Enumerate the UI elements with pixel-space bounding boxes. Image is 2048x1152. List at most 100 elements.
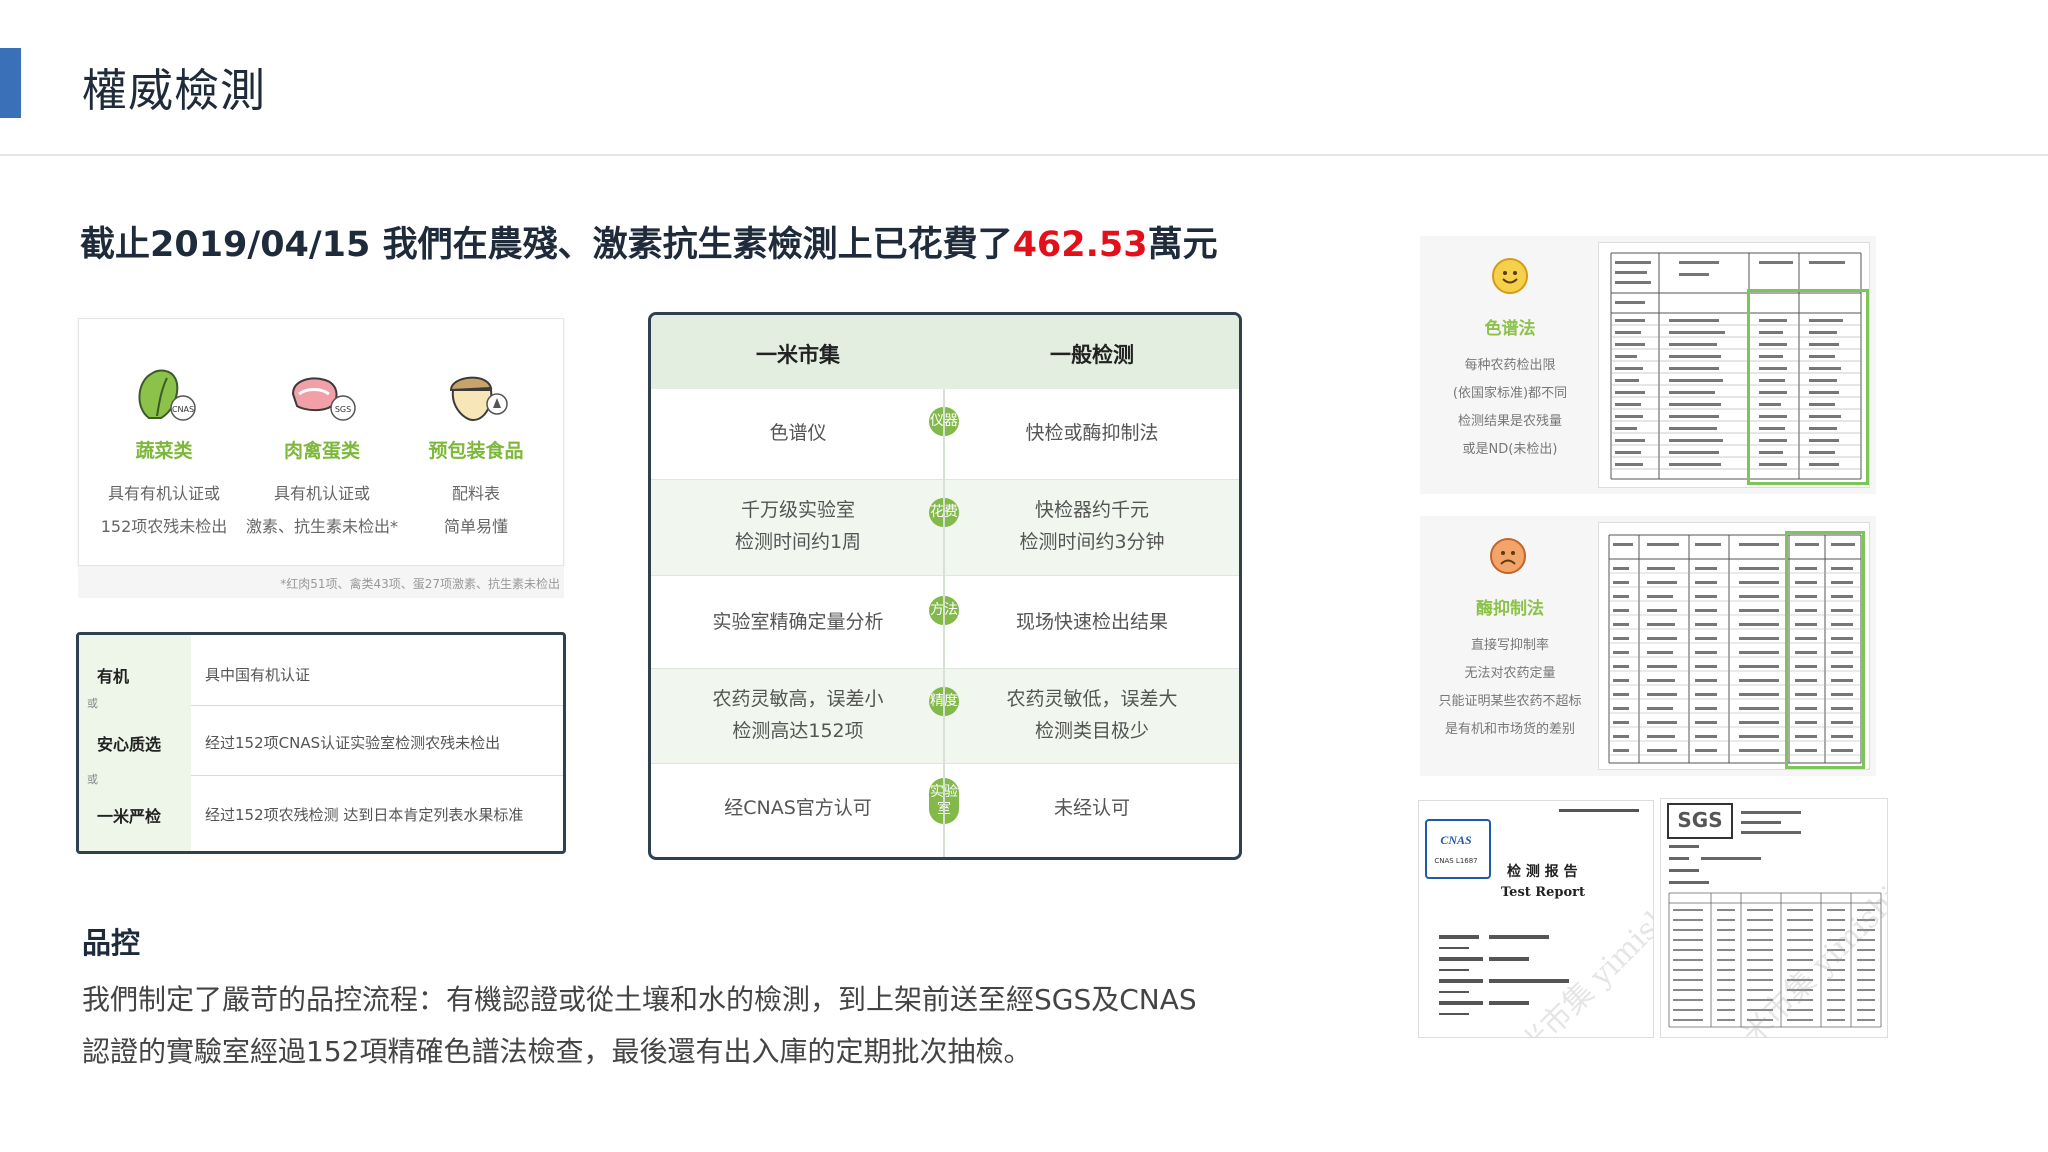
paragraph-line: 我們制定了嚴苛的品控流程：有機認證或從土壤和水的檢測，到上架前送至經SGS及CN… — [82, 983, 1197, 1016]
grade-or: 或 — [87, 773, 98, 786]
comparison-left-cell: 农药灵敏高，误差小 检测高达152项 — [651, 683, 945, 747]
method-desc-line: 是有机和市场货的差别 — [1444, 722, 1575, 737]
cell-line: 检测时间约1周 — [734, 531, 862, 553]
method-desc-line: 检测结果是农残量 — [1457, 414, 1562, 429]
category-desc-line: 配料表 — [451, 484, 500, 503]
method-desc: 直接写抑制率 无法对农药定量 只能证明某些农药不超标 是有机和市场货的差别 — [1420, 632, 1600, 744]
paragraph-line: 認證的實驗室經過152項精確色譜法檢查，最後還有出入庫的定期批次抽檢。 — [82, 1035, 1032, 1068]
report-text-lines — [1439, 809, 1639, 1015]
grade-row-organic: 有机 具中国有机认证 — [79, 653, 563, 693]
comparison-row: 经CNAS官方认可 未经认可 实验室 — [651, 764, 1239, 857]
comparison-table: 一米市集 一般检测 色谱仪 快检或酶抑制法 仪器 千万级实验室检测时间约1周 快… — [648, 312, 1242, 860]
headline-suffix: 萬元 — [1147, 225, 1218, 265]
comparison-row: 千万级实验室检测时间约1周 快检器约千元检测时间约3分钟 花费 — [651, 480, 1239, 575]
comparison-left-cell: 实验室精确定量分析 — [651, 606, 945, 638]
category-packaged: 预包装食品 配料表简单易懂 — [396, 364, 556, 543]
grade-label: 有机 — [97, 667, 130, 686]
meat-icon: SGS — [287, 364, 357, 424]
category-desc-line: 激素、抗生素未检出* — [245, 517, 398, 536]
enzyme-panel: 酶抑制法 直接写抑制率 无法对农药定量 只能证明某些农药不超标 是有机和市场货的… — [1420, 516, 1876, 776]
nut-icon — [441, 364, 511, 424]
grade-desc: 具中国有机认证 — [205, 666, 311, 684]
cell-line: 现场快速检出结果 — [1015, 611, 1168, 633]
comparison-right-cell: 快检器约千元 检测时间约3分钟 — [945, 494, 1239, 558]
chromatography-panel: 色谱法 每种农药检出限 (依国家标准)都不同 检测结果是农残量 或是ND(未检出… — [1420, 236, 1876, 494]
accent-bar — [0, 48, 21, 118]
sgs-report-image: SGS 米市集 yimishiji.com — [1660, 798, 1888, 1038]
comparison-header: 一米市集 一般检测 — [651, 315, 1239, 389]
comparison-left-cell: 千万级实验室 检测时间约1周 — [651, 494, 945, 558]
sad-face-icon — [1490, 538, 1526, 574]
comparison-col-left: 一米市集 — [756, 343, 840, 367]
vegetable-icon: CNAS — [129, 364, 199, 424]
method-desc-line: 无法对农药定量 — [1464, 666, 1556, 681]
comparison-row: 实验室精确定量分析 现场快速检出结果 方法 — [651, 576, 1239, 668]
grade-divider — [191, 705, 563, 706]
cell-line: 经CNAS官方认可 — [724, 797, 872, 819]
method-desc-line: (依国家标准)都不同 — [1452, 386, 1568, 401]
comparison-right-cell: 农药灵敏低，误差大 检测类目极少 — [945, 683, 1239, 747]
category-vegetables: CNAS 蔬菜类 具有有机认证或 152项农残未检出 — [84, 364, 244, 543]
comparison-row: 色谱仪 快检或酶抑制法 仪器 — [651, 389, 1239, 479]
page-title: 權威檢測 — [82, 64, 267, 117]
cell-line: 快检器约千元 — [1034, 499, 1149, 521]
comparison-left-cell: 色谱仪 — [651, 417, 945, 449]
cell-line: 农药灵敏低，误差大 — [1006, 688, 1178, 710]
method-name: 色谱法 — [1484, 319, 1536, 339]
grade-or: 或 — [87, 697, 98, 710]
grade-row-quality: 安心质选 经过152项CNAS认证实验室检测农残未检出 — [79, 721, 563, 761]
cnas-report-image: CNAS CNAS L1687 检 测 报 告 Test Report 米市集 … — [1418, 800, 1654, 1038]
category-name: 预包装食品 — [428, 440, 524, 462]
method-desc: 每种农药检出限 (依国家标准)都不同 检测结果是农残量 或是ND(未检出) — [1420, 352, 1600, 464]
comparison-right-cell: 未经认可 — [945, 792, 1239, 824]
method-name: 酶抑制法 — [1476, 599, 1544, 619]
cell-line: 农药灵敏高，误差小 — [712, 688, 884, 710]
comparison-right-cell: 快检或酶抑制法 — [945, 417, 1239, 449]
comparison-col-right: 一般检测 — [1050, 343, 1134, 367]
cell-line: 检测时间约3分钟 — [1019, 531, 1165, 553]
method-desc-line: 每种农药检出限 — [1464, 358, 1556, 373]
highlight-frame — [1785, 531, 1865, 769]
grade-label: 安心质选 — [97, 735, 162, 754]
cell-line: 未经认可 — [1053, 797, 1130, 819]
category-card: CNAS 蔬菜类 具有有机认证或 152项农残未检出 SGS 肉禽蛋类 具有机认证… — [78, 318, 564, 566]
headline-amount: 462.53 — [1012, 225, 1148, 265]
grade-desc: 经过152项CNAS认证实验室检测农残未检出 — [205, 734, 501, 752]
category-desc: 配料表 简单易懂 — [396, 477, 556, 543]
grade-label: 一米严检 — [97, 807, 162, 826]
comparison-right-cell: 现场快速检出结果 — [945, 606, 1239, 638]
highlight-frame — [1747, 289, 1869, 485]
cell-line: 千万级实验室 — [740, 499, 855, 521]
category-desc: 具有有机认证或 152项农残未检出 — [84, 477, 244, 543]
svg-text:CNAS: CNAS — [172, 405, 194, 414]
cell-line: 色谱仪 — [769, 422, 827, 444]
cell-line: 实验室精确定量分析 — [712, 611, 884, 633]
svg-text:SGS: SGS — [335, 405, 351, 414]
category-desc: 具有机认证或激素、抗生素未检出* — [242, 477, 402, 543]
method-desc-line: 只能证明某些农药不超标 — [1438, 694, 1582, 709]
column-divider — [943, 389, 945, 857]
method-desc-line: 或是ND(未检出) — [1462, 442, 1558, 457]
headline: 截止2019/04/15 我們在農殘、激素抗生素檢測上已花費了462.53萬元 — [80, 216, 1218, 267]
category-desc-line: 具有机认证或 — [273, 484, 370, 503]
cell-line: 检测类目极少 — [1034, 720, 1149, 742]
comparison-row: 农药灵敏高，误差小检测高达152项 农药灵敏低，误差大检测类目极少 精度 — [651, 669, 1239, 763]
category-footnote: *红肉51项、禽类43项、蛋27项激素、抗生素未检出 — [78, 566, 564, 598]
category-name: 肉禽蛋类 — [283, 440, 360, 462]
grade-row-strict: 一米严检 经过152项农残检测 达到日本肯定列表水果标准 — [79, 793, 563, 833]
cell-line: 检测高达152项 — [732, 720, 864, 742]
comparison-left-cell: 经CNAS官方认可 — [651, 792, 945, 824]
category-name: 蔬菜类 — [135, 440, 193, 462]
chromatography-report-image — [1598, 242, 1870, 488]
category-desc-line: 具有有机认证或 — [107, 484, 220, 503]
method-desc-line: 直接写抑制率 — [1470, 638, 1549, 653]
category-meat: SGS 肉禽蛋类 具有机认证或激素、抗生素未检出* — [242, 364, 402, 543]
happy-face-icon — [1492, 258, 1528, 294]
enzyme-report-image — [1598, 522, 1870, 770]
header-divider — [0, 154, 2048, 156]
category-desc-line: 152项农残未检出 — [100, 517, 228, 536]
quality-paragraph: 我們制定了嚴苛的品控流程：有機認證或從土壤和水的檢測，到上架前送至經SGS及CN… — [82, 974, 1282, 1078]
grade-desc: 经过152项农残检测 达到日本肯定列表水果标准 — [205, 806, 524, 824]
grade-box: 有机 具中国有机认证 或 安心质选 经过152项CNAS认证实验室检测农残未检出… — [76, 632, 566, 854]
category-desc-line: 简单易懂 — [443, 517, 508, 536]
